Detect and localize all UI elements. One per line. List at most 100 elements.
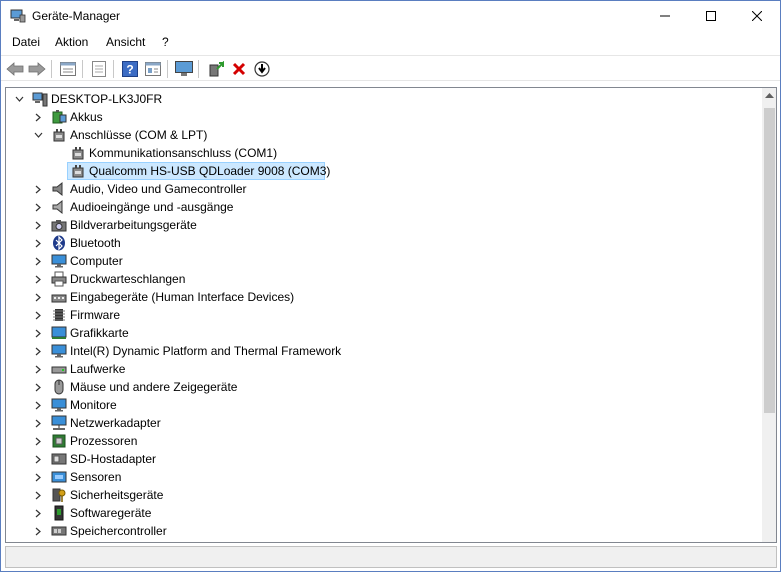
chevron-right-icon[interactable] [34,509,43,518]
chevron-right-icon[interactable] [34,347,43,356]
mouse-icon [54,379,64,395]
tree-child-com1[interactable]: Kommunikationsanschluss (COM1) [6,144,762,162]
tree-node-label: Softwaregeräte [70,506,152,520]
maximize-button[interactable] [688,1,734,31]
sd-card-icon [51,453,67,465]
tree-node-processors[interactable]: Prozessoren [6,432,762,450]
tree-node-label: Computer [70,254,123,268]
tree-node-security[interactable]: Sicherheitsgeräte [6,486,762,504]
storage-controller-icon [51,526,67,536]
speaker-icon [52,199,63,215]
toolbar-separator [198,60,199,78]
tree-node-bluetooth[interactable]: Bluetooth [6,234,762,252]
enable-device-button[interactable] [252,59,272,79]
tree-node-intel-dptf[interactable]: Intel(R) Dynamic Platform and Thermal Fr… [6,342,762,360]
help-button[interactable]: ? [120,59,140,79]
close-button[interactable] [734,1,780,31]
minimize-button[interactable] [642,1,688,31]
title-bar[interactable]: Geräte-Manager [1,1,780,31]
chevron-right-icon[interactable] [34,473,43,482]
chevron-right-icon[interactable] [34,221,43,230]
scan-hardware-button[interactable] [174,59,194,79]
tree-node-firmware[interactable]: Firmware [6,306,762,324]
printer-icon [51,271,67,287]
tree-node-software-devices[interactable]: Softwaregeräte [6,504,762,522]
tree-node-label: Eingabegeräte (Human Interface Devices) [70,290,295,304]
scrollbar-thumb[interactable] [764,108,775,413]
chevron-down-icon[interactable] [34,131,43,140]
menu-help[interactable]: ? [161,35,170,49]
chevron-right-icon[interactable] [34,275,43,284]
tree-node-label: Audio, Video und Gamecontroller [70,182,247,196]
port-icon [72,147,84,160]
chevron-right-icon[interactable] [34,491,43,500]
tree-node-label: Bluetooth [70,236,121,250]
tree-node-label: Mäuse und andere Zeigegeräte [70,380,238,394]
print-icon [92,61,106,77]
chevron-right-icon[interactable] [34,257,43,266]
toolbar-separator [51,60,52,78]
tree-node-storage-controllers[interactable]: Speichercontroller [6,522,762,540]
tree-node-anschluesse[interactable]: Anschlüsse (COM & LPT) [6,126,762,144]
tree-node-print-queues[interactable]: Druckwarteschlangen [6,270,762,288]
menu-aktion[interactable]: Aktion [54,35,89,49]
tree-child-qualcomm[interactable]: Qualcomm HS-USB QDLoader 9008 (COM3) [6,162,762,180]
processor-icon [52,434,66,448]
chevron-right-icon[interactable] [34,437,43,446]
update-driver-button[interactable] [206,59,226,79]
forward-button[interactable] [27,59,47,79]
tree-root[interactable]: DESKTOP-LK3J0FR [6,90,762,108]
network-icon [51,415,67,430]
device-tree[interactable]: DESKTOP-LK3J0FR Akkus Anschlüsse (COM & … [5,87,777,543]
toolbar-separator [82,60,83,78]
tree-child-label: Qualcomm HS-USB QDLoader 9008 (COM3) [89,164,331,178]
scroll-up-icon[interactable] [765,93,774,99]
speaker-icon [52,181,63,197]
back-button[interactable] [5,59,25,79]
tree-node-label: Laufwerke [70,362,126,376]
properties-view-icon [60,62,76,76]
details-button[interactable] [143,59,163,79]
tree-node-mice[interactable]: Mäuse und andere Zeigegeräte [6,378,762,396]
chevron-right-icon[interactable] [34,401,43,410]
menu-datei[interactable]: Datei [11,35,41,49]
tree-node-audio-video[interactable]: Audio, Video und Gamecontroller [6,180,762,198]
menu-ansicht[interactable]: Ansicht [105,35,146,49]
chevron-right-icon[interactable] [34,311,43,320]
toolbar-separator [167,60,168,78]
print-button[interactable] [89,59,109,79]
chevron-right-icon[interactable] [34,365,43,374]
tree-node-monitors[interactable]: Monitore [6,396,762,414]
tree-node-display-adapter[interactable]: Grafikkarte [6,324,762,342]
chevron-right-icon[interactable] [34,113,43,122]
chevron-right-icon[interactable] [34,527,43,536]
tree-node-sd-host[interactable]: SD-Hostadapter [6,450,762,468]
update-driver-icon [209,61,224,77]
chevron-right-icon[interactable] [34,329,43,338]
chevron-right-icon[interactable] [34,185,43,194]
tree-node-audio-io[interactable]: Audioeingänge und -ausgänge [6,198,762,216]
chevron-right-icon[interactable] [34,455,43,464]
software-device-icon [54,505,64,521]
tree-node-akkus[interactable]: Akkus [6,108,762,126]
tree-node-hid[interactable]: Eingabegeräte (Human Interface Devices) [6,288,762,306]
vertical-scrollbar[interactable] [762,88,776,542]
tree-node-network[interactable]: Netzwerkadapter [6,414,762,432]
monitor-scan-icon [175,61,193,76]
battery-icon [52,110,67,124]
chevron-right-icon[interactable] [34,419,43,428]
tree-node-computer[interactable]: Computer [6,252,762,270]
properties-view-button[interactable] [58,59,78,79]
chevron-right-icon[interactable] [34,293,43,302]
chevron-right-icon[interactable] [34,203,43,212]
chevron-down-icon[interactable] [15,95,24,104]
tree-node-sensors[interactable]: Sensoren [6,468,762,486]
tree-node-drives[interactable]: Laufwerke [6,360,762,378]
uninstall-device-button[interactable] [229,59,249,79]
window-title: Geräte-Manager [32,9,121,23]
maximize-icon [706,11,716,21]
tree-node-label: Grafikkarte [70,326,129,340]
chevron-right-icon[interactable] [34,239,43,248]
chevron-right-icon[interactable] [34,383,43,392]
tree-node-imaging[interactable]: Bildverarbeitungsgeräte [6,216,762,234]
